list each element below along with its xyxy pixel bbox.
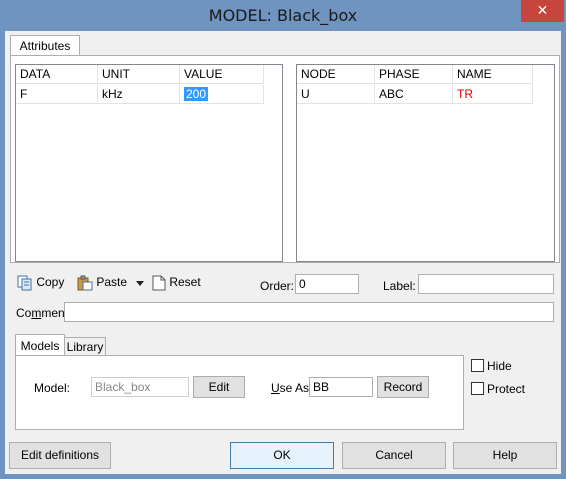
copy-label: Copy [36, 275, 65, 289]
edit-button[interactable]: Edit [193, 376, 245, 398]
document-icon [152, 275, 166, 291]
unit-cell-khz[interactable]: kHz [98, 85, 180, 104]
comment-label-pre: Co [16, 306, 32, 320]
models-panel: Model: Black_box Edit Use As: BB Record [15, 355, 464, 430]
reset-label: Reset [169, 275, 201, 289]
close-button[interactable]: ✕ [521, 0, 564, 22]
close-icon: ✕ [536, 3, 549, 19]
window-title: MODEL: Black_box [208, 6, 358, 25]
dialog-window: MODEL: Black_box ✕ Attributes DATA UNIT … [0, 0, 566, 479]
order-label: Order: [260, 279, 295, 293]
tab-models[interactable]: Models [15, 334, 65, 357]
protect-checkbox[interactable] [471, 382, 484, 395]
label-label: Label: [383, 279, 416, 293]
chevron-down-icon [136, 280, 144, 286]
label-input[interactable] [418, 274, 554, 294]
use-as-accel: U [271, 381, 280, 395]
order-input[interactable]: 0 [295, 274, 359, 294]
use-as-label-rest: se As: [279, 381, 313, 395]
node-cell-u[interactable]: U [297, 85, 375, 104]
paste-icon [77, 275, 93, 291]
use-as-label: Use As: [271, 381, 312, 395]
ok-button[interactable]: OK [230, 442, 334, 469]
cancel-button[interactable]: Cancel [342, 442, 446, 469]
phase-cell-abc[interactable]: ABC [375, 85, 453, 104]
dialog-client: Attributes DATA UNIT VALUE F kHz 200 NOD… [5, 31, 561, 474]
tab-attributes[interactable]: Attributes [10, 35, 80, 57]
paste-button[interactable]: Paste [77, 274, 127, 291]
title-bar[interactable]: MODEL: Black_box ✕ [0, 0, 566, 32]
node-table[interactable]: NODE PHASE NAME U ABC TR [296, 64, 555, 262]
model-input: Black_box [91, 377, 189, 397]
model-label: Model: [34, 381, 71, 395]
node-table-header-phase[interactable]: PHASE [375, 65, 453, 84]
comment-label-accel: m [31, 306, 42, 320]
comment-input[interactable] [64, 302, 554, 322]
copy-icon [17, 275, 32, 291]
attributes-panel: DATA UNIT VALUE F kHz 200 NODE PHASE NAM… [10, 55, 560, 263]
node-table-header-name[interactable]: NAME [453, 65, 533, 84]
node-table-header-node[interactable]: NODE [297, 65, 375, 84]
paste-label: Paste [96, 275, 128, 289]
data-table[interactable]: DATA UNIT VALUE F kHz 200 [15, 64, 283, 262]
help-button[interactable]: Help [453, 442, 557, 469]
use-as-input[interactable]: BB [309, 377, 373, 397]
protect-label[interactable]: Protect [487, 382, 525, 396]
name-cell-tr[interactable]: TR [453, 85, 533, 104]
value-cell[interactable]: 200 [180, 85, 264, 104]
data-table-header-value[interactable]: VALUE [180, 65, 264, 84]
tab-library[interactable]: Library [64, 337, 106, 357]
data-table-header-unit[interactable]: UNIT [98, 65, 180, 84]
edit-definitions-button[interactable]: Edit definitions [9, 442, 111, 469]
reset-button[interactable]: Reset [152, 274, 201, 291]
record-button[interactable]: Record [377, 376, 429, 398]
copy-button[interactable]: Copy [17, 274, 64, 291]
data-table-header-data[interactable]: DATA [16, 65, 98, 84]
paste-dropdown-button[interactable] [136, 274, 144, 291]
data-cell-f[interactable]: F [16, 85, 98, 104]
value-cell-selected-text[interactable]: 200 [184, 87, 209, 101]
hide-checkbox[interactable] [471, 359, 484, 372]
hide-label[interactable]: Hide [487, 359, 512, 373]
